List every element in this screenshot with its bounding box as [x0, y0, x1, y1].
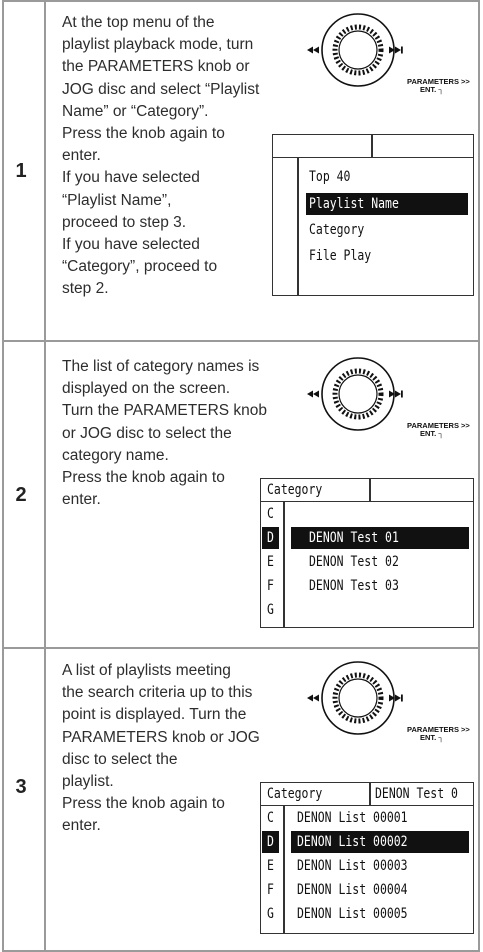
parameters-knob [305, 660, 405, 736]
parameters-knob [305, 356, 405, 432]
step-number: 3 [15, 776, 27, 798]
category-item[interactable]: DENON Test 02 [309, 553, 399, 571]
step-number: 2 [15, 484, 27, 506]
lcd-left-column [283, 501, 285, 627]
lcd-header-divider [369, 783, 371, 805]
enter-label: ENT. ┐ [420, 86, 444, 94]
index-letter: F [267, 578, 274, 594]
menu-item[interactable]: Category [309, 221, 364, 239]
index-letter: C [267, 506, 274, 522]
table-top-border [2, 0, 480, 2]
enter-arrow-icon: ┐ [438, 733, 444, 742]
lcd-header-title: Category [267, 786, 323, 802]
lcd-left-column [283, 805, 285, 933]
lcd-header-divider [371, 135, 373, 157]
enter-label-text: ENT. [420, 733, 437, 742]
index-letter: E [267, 858, 274, 874]
lcd-screen: Top 40 Playlist Name Category File Play [272, 134, 474, 296]
menu-item[interactable]: File Play [309, 247, 371, 265]
category-item[interactable]: DENON Test 03 [309, 577, 399, 595]
index-letter-selected: D [267, 834, 274, 850]
table-left-border [2, 0, 4, 952]
table-column-divider [44, 0, 46, 952]
index-letter: F [267, 882, 274, 898]
index-letter: E [267, 554, 274, 570]
lcd-left-column [297, 157, 299, 295]
table-right-border [478, 0, 480, 952]
lcd-header-category: DENON Test 0 [375, 786, 458, 802]
jog-knob-icon [307, 13, 403, 87]
enter-label-text: ENT. [420, 429, 437, 438]
playlist-item-selected[interactable]: DENON List 00002 [297, 833, 408, 851]
category-item-selected[interactable]: DENON Test 01 [309, 529, 399, 547]
index-letter: C [267, 810, 274, 826]
playlist-item[interactable]: DENON List 00003 [297, 857, 408, 875]
index-letter: G [267, 906, 274, 922]
enter-label-text: ENT. [420, 85, 437, 94]
lcd-screen: Category C D E F G DENON Test 01 DENON T… [260, 478, 474, 628]
jog-knob-icon [307, 661, 403, 735]
row-divider [2, 647, 480, 649]
menu-item-selected[interactable]: Playlist Name [309, 195, 399, 213]
row-divider [2, 340, 480, 342]
enter-label: ENT. ┐ [420, 734, 444, 742]
lcd-header-divider [369, 479, 371, 501]
parameters-knob [305, 12, 405, 88]
jog-knob-icon [307, 357, 403, 431]
lcd-screen: Category DENON Test 0 C D E F G DENON Li… [260, 782, 474, 934]
enter-arrow-icon: ┐ [438, 429, 444, 438]
enter-arrow-icon: ┐ [438, 85, 444, 94]
playlist-item[interactable]: DENON List 00004 [297, 881, 408, 899]
playlist-item[interactable]: DENON List 00005 [297, 905, 408, 923]
enter-label: ENT. ┐ [420, 430, 444, 438]
lcd-header [273, 135, 473, 158]
step-number: 1 [15, 160, 27, 182]
menu-item[interactable]: Top 40 [309, 168, 350, 186]
index-letter: G [267, 602, 274, 618]
index-letter-selected: D [267, 530, 274, 546]
playlist-item[interactable]: DENON List 00001 [297, 809, 408, 827]
lcd-header-title: Category [267, 482, 323, 498]
instruction-table: 1 At the top menu of the playlist playba… [0, 0, 483, 952]
